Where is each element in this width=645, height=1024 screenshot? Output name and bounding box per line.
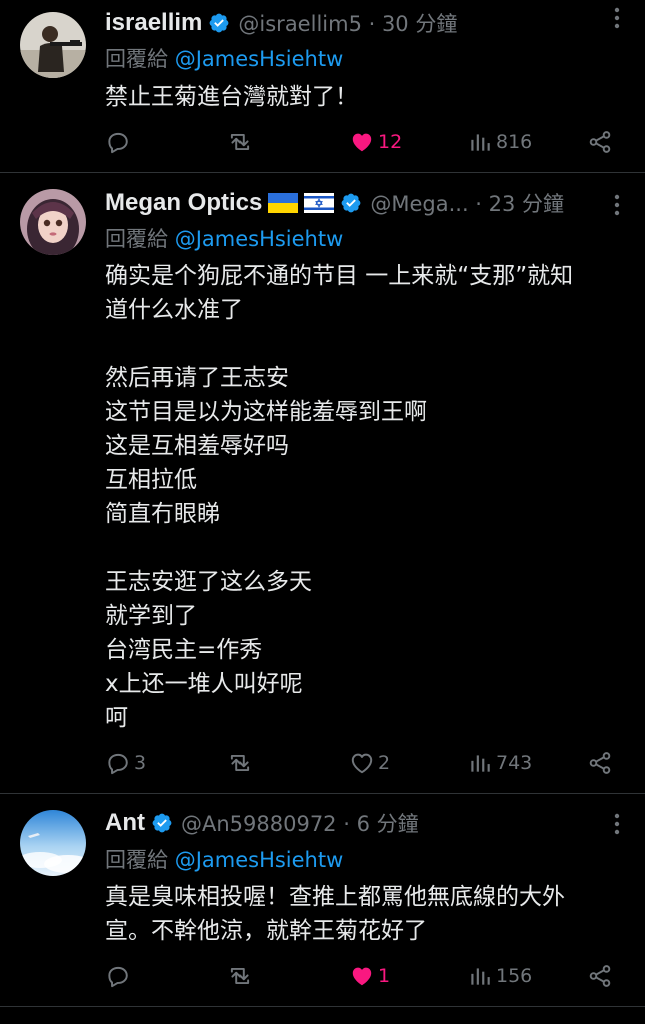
reply-icon xyxy=(105,750,131,776)
israel-flag-icon xyxy=(304,193,335,213)
share-button[interactable] xyxy=(587,126,613,158)
tweet-line: 道什么水准了 xyxy=(105,297,243,323)
share-button[interactable] xyxy=(587,960,613,992)
display-name[interactable]: Megan Optics xyxy=(105,189,262,217)
tweet-line: 简直冇眼睇 xyxy=(105,501,220,527)
reply-context: 回覆給 @JamesHsiehtw xyxy=(105,844,343,874)
ukraine-flag-icon xyxy=(268,193,299,213)
more-dots-icon[interactable] xyxy=(614,812,620,836)
tweet-line: 这是互相羞辱好吗 xyxy=(105,433,289,459)
tweet-text: 真是臭味相投喔！查推上都罵他無底線的大外 宣。不幹他涼，就幹王菊花好了 xyxy=(105,880,615,948)
tweet-line: 互相拉低 xyxy=(105,467,197,493)
reply-icon xyxy=(105,963,131,989)
reply-prefix: 回覆給 xyxy=(105,47,168,71)
views-bar-chart-icon xyxy=(467,963,493,989)
retweet-icon xyxy=(227,963,253,989)
views-button[interactable]: 156 xyxy=(467,960,532,992)
like-count: 12 xyxy=(378,131,403,153)
views-button[interactable]: 816 xyxy=(467,126,532,158)
retweet-icon xyxy=(227,750,253,776)
reply-prefix: 回覆給 xyxy=(105,227,168,251)
handle-and-time[interactable]: @An59880972 · 6 分鐘 xyxy=(181,808,419,838)
reply-button[interactable] xyxy=(105,126,131,158)
reply-context: 回覆給 @JamesHsiehtw xyxy=(105,43,343,73)
avatar[interactable] xyxy=(20,12,86,78)
tweet-line: 呵 xyxy=(105,705,128,731)
reply-mention[interactable]: @JamesHsiehtw xyxy=(175,848,344,872)
action-bar: 3 2 743 xyxy=(105,747,620,779)
reply-count: 3 xyxy=(134,752,147,774)
avatar[interactable] xyxy=(20,810,86,876)
like-button[interactable]: 12 xyxy=(349,126,402,158)
tweet-line: 然后再请了王志安 xyxy=(105,365,289,391)
tweet-line: 禁止王菊進台灣就對了！ xyxy=(105,84,358,110)
verified-badge-icon xyxy=(151,812,173,834)
tweet[interactable]: israellim @israellim5 · 30 分鐘 回覆給 @James… xyxy=(0,0,645,172)
display-name[interactable]: israellim xyxy=(105,9,202,37)
tweet-line: 台湾民主=作秀 xyxy=(105,637,263,663)
action-bar: 1 156 xyxy=(105,960,620,992)
tweet-line: 确实是个狗屁不通的节目 一上来就“支那”就知 xyxy=(105,263,574,289)
handle-and-time[interactable]: @Mega... · 23 分鐘 xyxy=(370,188,564,218)
more-dots-icon[interactable] xyxy=(614,6,620,30)
like-button[interactable]: 2 xyxy=(349,747,390,779)
views-bar-chart-icon xyxy=(467,750,493,776)
share-icon xyxy=(587,963,613,989)
verified-badge-icon xyxy=(208,12,230,34)
handle-and-time[interactable]: @israellim5 · 30 分鐘 xyxy=(238,8,457,38)
tweet[interactable]: Megan Optics @Mega... · 23 分鐘 回覆給 @James… xyxy=(0,173,645,793)
action-bar: 12 816 xyxy=(105,126,620,158)
more-dots-icon[interactable] xyxy=(614,193,620,217)
share-icon xyxy=(587,129,613,155)
tweet-text: 确实是个狗屁不通的节目 一上来就“支那”就知 道什么水准了 然后再请了王志安 这… xyxy=(105,259,615,735)
reply-button[interactable] xyxy=(105,960,131,992)
reply-prefix: 回覆給 xyxy=(105,848,168,872)
tweet-line: 真是臭味相投喔！查推上都罵他無底線的大外 xyxy=(105,884,565,910)
retweet-button[interactable] xyxy=(227,126,253,158)
views-bar-chart-icon xyxy=(467,129,493,155)
like-count: 1 xyxy=(378,965,391,987)
like-count: 2 xyxy=(378,752,391,774)
like-button[interactable]: 1 xyxy=(349,960,390,992)
tweet-line: 这节目是以为这样能羞辱到王啊 xyxy=(105,399,427,425)
view-count: 816 xyxy=(496,131,533,153)
share-icon xyxy=(587,750,613,776)
heart-icon xyxy=(349,963,375,989)
retweet-icon xyxy=(227,129,253,155)
retweet-button[interactable] xyxy=(227,960,253,992)
reply-icon xyxy=(105,129,131,155)
view-count: 156 xyxy=(496,965,533,987)
tweet-line: 王志安逛了这么多天 xyxy=(105,569,312,595)
tweet-text: 禁止王菊進台灣就對了！ xyxy=(105,80,615,114)
heart-icon xyxy=(349,750,375,776)
tweet[interactable]: Ant @An59880972 · 6 分鐘 回覆給 @JamesHsiehtw… xyxy=(0,794,645,1006)
reply-mention[interactable]: @JamesHsiehtw xyxy=(175,47,344,71)
tweet-line: x上还一堆人叫好呢 xyxy=(105,671,303,697)
share-button[interactable] xyxy=(587,747,613,779)
heart-icon xyxy=(349,129,375,155)
reply-button[interactable]: 3 xyxy=(105,747,146,779)
tweet-line: 宣。不幹他涼，就幹王菊花好了 xyxy=(105,918,427,944)
retweet-button[interactable] xyxy=(227,747,253,779)
display-name[interactable]: Ant xyxy=(105,809,145,837)
tweet-line: 就学到了 xyxy=(105,603,197,629)
avatar[interactable] xyxy=(20,189,86,255)
views-button[interactable]: 743 xyxy=(467,747,532,779)
verified-badge-icon xyxy=(340,192,362,214)
view-count: 743 xyxy=(496,752,533,774)
reply-context: 回覆給 @JamesHsiehtw xyxy=(105,223,343,253)
reply-mention[interactable]: @JamesHsiehtw xyxy=(175,227,344,251)
divider xyxy=(0,1006,645,1007)
